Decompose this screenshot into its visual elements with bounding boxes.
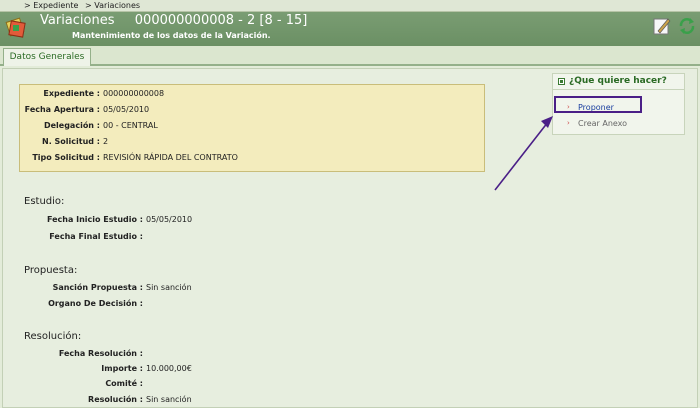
pencil-icon[interactable] [652, 16, 672, 36]
propuesta-row: Organo De Decisión : [0, 299, 400, 311]
info-value: REVISIÓN RÁPIDA DEL CONTRATO [103, 153, 238, 162]
info-label: N. Solicitud : [42, 137, 100, 146]
page-title: Variaciones 000000000008 - 2 [8 - 15] [40, 13, 307, 28]
info-value: 000000000008 [103, 89, 165, 98]
refresh-icon[interactable] [677, 16, 697, 36]
tab-bar: Datos Generales [0, 46, 700, 66]
info-label: Fecha Apertura : [24, 105, 100, 114]
resolucion-label: Comité : [105, 379, 143, 388]
tab-datos-generales[interactable]: Datos Generales [3, 48, 91, 66]
info-row: Expediente : 000000000008 [20, 89, 484, 101]
info-value: 05/05/2010 [103, 105, 150, 114]
action-menu-title: ¿Que quiere hacer? [569, 76, 667, 86]
breadcrumb: > Expediente > Variaciones [0, 0, 700, 12]
resolucion-row: Resolución : Sin sanción [0, 395, 400, 407]
resolucion-row: Comité : [0, 379, 400, 391]
menu-item-label: Crear Anexo [578, 119, 628, 128]
resolucion-row: Importe : 10.000,00€ [0, 364, 400, 376]
section-title-propuesta: Propuesta: [24, 265, 78, 276]
info-row: Tipo Solicitud : REVISIÓN RÁPIDA DEL CON… [20, 153, 484, 165]
info-row: Fecha Apertura : 05/05/2010 [20, 105, 484, 117]
resolucion-value: Sin sanción [146, 395, 192, 404]
breadcrumb-item-variaciones[interactable]: > Variaciones [85, 1, 140, 10]
bullet-arrow-icon: › [567, 119, 570, 127]
collapse-icon[interactable] [558, 78, 565, 85]
breadcrumb-item-expediente[interactable]: > Expediente [24, 1, 78, 10]
info-label: Delegación : [43, 121, 100, 130]
info-row: N. Solicitud : 2 [20, 137, 484, 149]
info-label: Tipo Solicitud : [32, 153, 100, 162]
estudio-row: Fecha Final Estudio : [0, 232, 400, 244]
info-row: Delegación : 00 - CENTRAL [20, 121, 484, 133]
resolucion-value: 10.000,00€ [146, 364, 192, 373]
resolucion-label: Importe : [101, 364, 143, 373]
estudio-label: Fecha Final Estudio : [49, 232, 143, 241]
resolucion-label: Resolución : [88, 395, 143, 404]
section-title-estudio: Estudio: [24, 196, 65, 207]
estudio-row: Fecha Inicio Estudio : 05/05/2010 [0, 215, 400, 227]
estudio-value: 05/05/2010 [146, 215, 193, 224]
resolucion-row: Fecha Resolución : [0, 349, 400, 361]
info-value: 00 - CENTRAL [103, 121, 158, 130]
highlight-box [554, 96, 642, 113]
info-value: 2 [103, 137, 109, 146]
propuesta-label: Organo De Decisión : [48, 299, 143, 308]
resolucion-label: Fecha Resolución : [58, 349, 143, 358]
section-title-resolucion: Resolución: [24, 331, 82, 342]
page-subtitle: Mantenimiento de los datos de la Variaci… [72, 31, 271, 40]
info-label: Expediente : [43, 89, 100, 98]
estudio-label: Fecha Inicio Estudio : [46, 215, 143, 224]
action-menu-header: ¿Que quiere hacer? [553, 74, 684, 90]
propuesta-label: Sanción Propuesta : [52, 283, 143, 292]
record-id: 000000000008 - 2 [8 - 15] [134, 13, 308, 28]
page-title-text: Variaciones [40, 13, 115, 28]
propuesta-row: Sanción Propuesta : Sin sanción [0, 283, 400, 295]
propuesta-value: Sin sanción [146, 283, 192, 292]
info-box: Expediente : 000000000008 Fecha Apertura… [19, 84, 485, 172]
variaciones-app-icon [5, 17, 26, 38]
